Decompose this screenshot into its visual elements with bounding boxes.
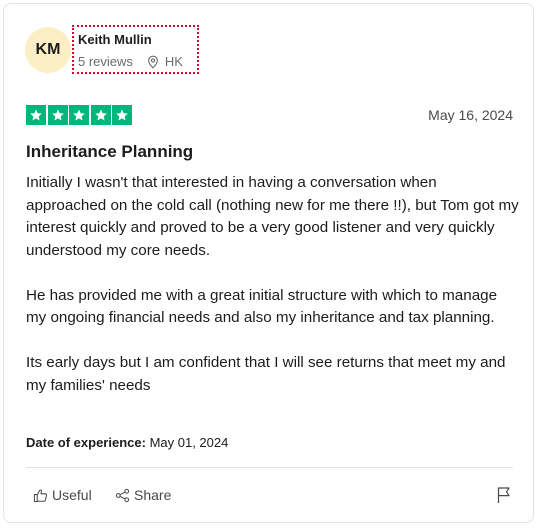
star-icon [47, 105, 68, 125]
star-icon [69, 105, 89, 125]
share-label: Share [134, 487, 172, 503]
useful-label: Useful [52, 487, 92, 503]
star-icon [26, 105, 46, 125]
review-paragraph: Its early days but I am confident that I… [26, 354, 506, 394]
reviewer-location: HK [164, 54, 183, 69]
flag-icon [497, 487, 510, 503]
star-icon [90, 105, 111, 125]
review-date: May 16, 2024 [428, 107, 513, 123]
reviewer-meta: 5 reviews HK [78, 54, 183, 69]
reviewer-info[interactable]: Keith Mullin 5 reviews HK [72, 25, 199, 74]
useful-button[interactable]: Useful [33, 487, 92, 503]
reviewer-name[interactable]: Keith Mullin [78, 32, 152, 47]
date-of-experience: Date of experience: May 01, 2024 [26, 435, 228, 450]
review-paragraph: He has provided me with a great initial … [26, 286, 498, 327]
review-paragraph: Initially I wasn't that interested in ha… [26, 174, 519, 259]
thumbs-up-icon [33, 488, 48, 502]
star-rating [26, 105, 134, 125]
review-count: 5 reviews [78, 54, 133, 69]
location-pin-icon [147, 55, 158, 69]
review-body: Initially I wasn't that interested in ha… [26, 172, 521, 397]
review-title[interactable]: Inheritance Planning [26, 142, 193, 162]
divider [26, 467, 513, 468]
avatar[interactable]: KM [25, 27, 71, 73]
experience-label: Date of experience: [26, 435, 146, 450]
star-icon [112, 105, 132, 125]
share-icon [115, 488, 130, 502]
report-button[interactable] [496, 486, 512, 509]
share-button[interactable]: Share [115, 487, 171, 503]
experience-date: May 01, 2024 [149, 435, 229, 450]
